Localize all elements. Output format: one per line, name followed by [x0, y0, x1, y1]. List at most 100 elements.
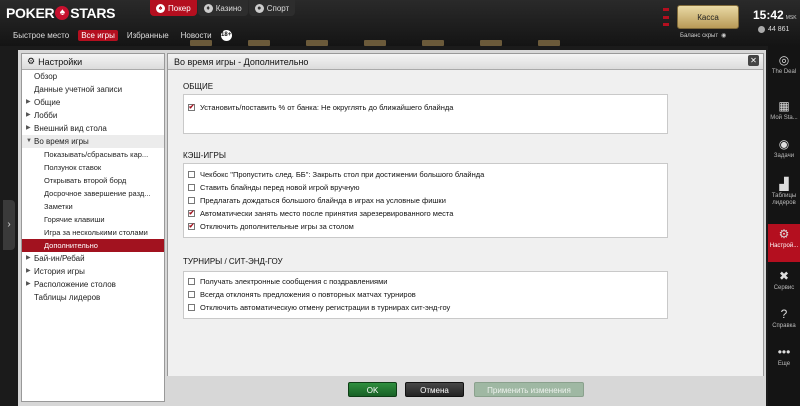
checkbox-checked[interactable]: ✔ — [188, 210, 195, 217]
nav-item-label: Общие — [34, 98, 61, 107]
checkbox[interactable] — [188, 184, 195, 191]
nav-item-label: Лобби — [34, 111, 58, 120]
eye-icon: ◉ — [721, 33, 727, 39]
tab-casino[interactable]: ♦ Казино — [197, 0, 248, 16]
checkbox[interactable] — [188, 304, 195, 311]
spade-icon: ♠ — [55, 6, 70, 20]
top-bar: POKER ♠ STARS ♠ Покер ♦ Казино ● Спорт Быст… — [0, 0, 800, 46]
nav-item-label: Дополнительно — [44, 241, 98, 250]
game-thumbnail[interactable] — [364, 40, 386, 46]
close-icon[interactable]: ✕ — [748, 55, 759, 66]
nav-item[interactable]: Дополнительно — [22, 239, 164, 252]
game-thumbnail[interactable] — [538, 40, 560, 46]
nav-item[interactable]: ▶ Общие — [22, 96, 164, 109]
option-row[interactable]: Получать электронные сообщения с поздрав… — [184, 275, 667, 288]
tab-favorites[interactable]: Избранные — [124, 30, 172, 41]
option-row[interactable]: Ставить блайнды перед новой игрой вручну… — [184, 181, 667, 194]
nav-item[interactable]: ▶ История игры — [22, 265, 164, 278]
expand-panel-arrow-icon[interactable]: › — [3, 200, 15, 250]
balance-toggle[interactable]: Баланс скрыт ◉ — [680, 32, 727, 40]
checkbox[interactable] — [188, 171, 195, 178]
sidebar-item-help[interactable]: ? Справка — [768, 304, 800, 336]
sidebar-item-more[interactable]: ••• Еще — [768, 342, 800, 372]
sidebar-item-leaderboard[interactable]: ▟ Таблицы лидеров — [768, 174, 800, 214]
nav-item[interactable]: Ползунок ставок — [22, 161, 164, 174]
option-row[interactable]: Всегда отклонять предложения о повторных… — [184, 288, 667, 301]
nav-item[interactable]: ▼ Во время игры — [22, 135, 164, 148]
chevron-down-icon[interactable]: ▼ — [26, 135, 32, 148]
chevron-right-icon[interactable]: ▶ — [26, 265, 31, 278]
chevron-right-icon[interactable]: ▶ — [26, 96, 31, 109]
nav-item[interactable]: Досрочное завершение разд... — [22, 187, 164, 200]
chevron-right-icon[interactable]: ▶ — [26, 122, 31, 135]
sidebar-item-label: Еще — [777, 361, 791, 367]
nav-item[interactable]: ▶ Расположение столов — [22, 278, 164, 291]
game-thumbnail[interactable] — [480, 40, 502, 46]
checkbox[interactable] — [188, 197, 195, 204]
option-row[interactable]: Предлагать дождаться большого блайнда в … — [184, 194, 667, 207]
option-row[interactable]: ✔ Отключить дополнительные игры за столом — [184, 220, 667, 233]
tab-all-games[interactable]: Все игры — [78, 30, 118, 41]
sidebar-item-gear[interactable]: ⚙ Настрой... — [768, 224, 800, 262]
nav-item[interactable]: ▶ Лобби — [22, 109, 164, 122]
cashier-button[interactable]: Касса — [677, 5, 739, 29]
game-thumbnail[interactable] — [190, 40, 212, 46]
option-row[interactable]: ✔ Установить/поставить % от банка: Не окр… — [184, 101, 667, 114]
chevron-right-icon[interactable]: ▶ — [26, 109, 31, 122]
nav-item[interactable]: Показывать/сбрасывать кар... — [22, 148, 164, 161]
menu-icon[interactable] — [663, 8, 669, 26]
nav-item-label: Во время игры — [34, 137, 89, 146]
deal-icon: ◎ — [778, 53, 790, 67]
logo-text-right: STARS — [70, 5, 116, 21]
chevron-right-icon[interactable]: ▶ — [26, 278, 31, 291]
sidebar-item-stats[interactable]: ▦ Мой Sta... — [768, 96, 800, 130]
game-thumbnail[interactable] — [248, 40, 270, 46]
tab-quick-seat[interactable]: Быстрое место — [10, 30, 72, 41]
option-label: Ставить блайнды перед новой игрой вручну… — [200, 183, 360, 192]
apply-changes-button[interactable]: Применить изменения — [474, 382, 584, 397]
sidebar-item-label: Мой Sta... — [770, 115, 798, 121]
game-thumbnail[interactable] — [422, 40, 444, 46]
game-thumbnail[interactable] — [306, 40, 328, 46]
stats-icon: ▦ — [778, 99, 790, 113]
checkbox-checked[interactable]: ✔ — [188, 223, 195, 230]
settings-content-header: Во время игры - Дополнительно — [168, 54, 763, 70]
nav-item[interactable]: Открывать второй борд — [22, 174, 164, 187]
nav-item[interactable]: ▶ Внешний вид стола — [22, 122, 164, 135]
cancel-button[interactable]: Отмена — [405, 382, 464, 397]
nav-item[interactable]: Игра за несколькими столами — [22, 226, 164, 239]
section-title-tournaments: ТУРНИРЫ / СИТ-ЭНД-ГОУ — [183, 257, 283, 266]
nav-item[interactable]: Таблицы лидеров — [22, 291, 164, 304]
nav-item[interactable]: ▶ Бай-ин/Ребай — [22, 252, 164, 265]
person-icon — [758, 26, 765, 33]
gear-icon: ⚙ — [27, 56, 36, 66]
nav-item[interactable]: Обзор — [22, 70, 164, 83]
poker-client-window: POKER ♠ STARS ♠ Покер ♦ Казино ● Спорт Быст… — [0, 0, 800, 406]
nav-item[interactable]: Заметки — [22, 200, 164, 213]
sidebar-item-label: Таблицы лидеров — [771, 193, 797, 206]
right-sidebar: ◎ The Deal ▦ Мой Sta... ◉ Задачи ▟ Таблицы лиде… — [768, 46, 800, 406]
sidebar-item-deal[interactable]: ◎ The Deal — [768, 50, 800, 80]
option-label: Получать электронные сообщения с поздрав… — [200, 277, 388, 286]
checkbox[interactable] — [188, 278, 195, 285]
nav-item-label: Заметки — [44, 202, 73, 211]
players-online: 44 861 — [758, 26, 789, 33]
ok-button[interactable]: OK — [348, 382, 397, 397]
option-row[interactable]: ✔ Автоматически занять место после принят… — [184, 207, 667, 220]
balance-label: Баланс скрыт — [680, 32, 719, 39]
option-row[interactable]: Отключить автоматическую отмену регистра… — [184, 301, 667, 314]
checkbox-checked[interactable]: ✔ — [188, 104, 195, 111]
pokerstars-logo: POKER ♠ STARS — [6, 5, 116, 21]
nav-item-label: Открывать второй борд — [44, 176, 127, 185]
section-general-box: ✔ Установить/поставить % от банка: Не окр… — [183, 94, 668, 134]
tab-poker[interactable]: ♠ Покер — [150, 0, 197, 16]
nav-item[interactable]: Горячие клавиши — [22, 213, 164, 226]
chevron-right-icon[interactable]: ▶ — [26, 252, 31, 265]
option-row[interactable]: Чекбокс "Пропустить след. ББ": Закрыть с… — [184, 168, 667, 181]
sidebar-item-tools[interactable]: ✖ Сервис — [768, 266, 800, 298]
sidebar-item-label: Настрой... — [769, 243, 799, 249]
checkbox[interactable] — [188, 291, 195, 298]
tab-sport[interactable]: ● Спорт — [248, 0, 296, 16]
nav-item[interactable]: Данные учетной записи — [22, 83, 164, 96]
sidebar-item-target[interactable]: ◉ Задачи — [768, 134, 800, 168]
